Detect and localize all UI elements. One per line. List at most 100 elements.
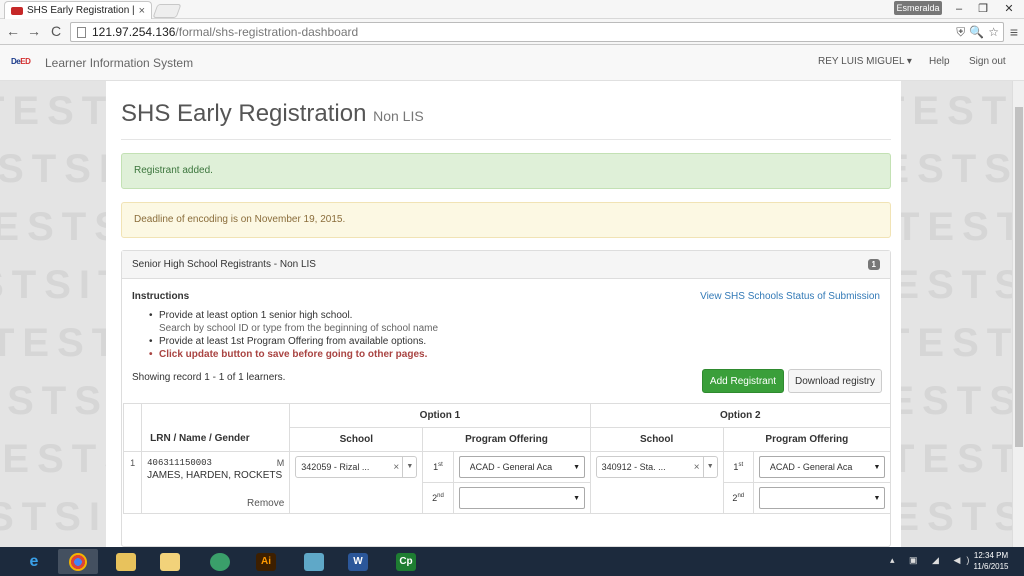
- watermark: TESTSITE: [890, 437, 1024, 481]
- registrants-panel: Senior High School Registrants - Non LIS…: [121, 250, 892, 547]
- file-explorer-icon: [160, 552, 180, 571]
- school2-header: School: [589, 427, 724, 452]
- brand-name[interactable]: Learner Information System: [45, 56, 193, 70]
- browser-tab[interactable]: SHS Early Registration | Le ×: [4, 1, 152, 19]
- program1-1st-value: ACAD - General Aca: [469, 462, 553, 472]
- program2-2nd-select[interactable]: ▼: [758, 487, 885, 509]
- tab-close-icon[interactable]: ×: [139, 5, 145, 17]
- browser-menu-icon[interactable]: ≡: [1006, 23, 1022, 41]
- learner-name: JAMES, HARDEN, ROCKETS: [147, 470, 283, 481]
- remove-link[interactable]: Remove: [247, 498, 284, 509]
- instructions-list: Provide at least option 1 senior high sc…: [149, 309, 438, 361]
- school1-cell: 342059 - Rizal ... × ▼: [289, 451, 424, 514]
- program2-2nd-cell: ▼: [752, 482, 892, 514]
- school2-value: 340912 - Sta. ...: [601, 462, 666, 472]
- chevron-down-icon[interactable]: ▼: [402, 457, 416, 477]
- help-link[interactable]: Help: [929, 56, 950, 67]
- school2-cell: 340912 - Sta. ... × ▼: [589, 451, 724, 514]
- program1-2nd-cell: ▼: [452, 482, 591, 514]
- instruction-warning: Click update button to save before going…: [149, 348, 438, 361]
- taskbar-clock[interactable]: 12:34 PM 11/6/2015: [966, 550, 1016, 572]
- illustrator-icon: Ai: [256, 552, 276, 571]
- bookmark-star-icon[interactable]: ☆: [988, 25, 999, 40]
- taskbar-atom[interactable]: [200, 549, 240, 574]
- taskbar-captivate[interactable]: Cp: [386, 549, 426, 574]
- instructions-title: Instructions: [132, 291, 190, 302]
- chevron-down-icon: ▼: [873, 494, 881, 502]
- taskbar-illustrator[interactable]: Ai: [246, 549, 286, 574]
- address-bar[interactable]: 121.97.254.136/formal/shs-registration-d…: [70, 22, 1004, 42]
- tab-title: SHS Early Registration | Le: [27, 5, 135, 16]
- chevron-down-icon[interactable]: ▼: [702, 457, 717, 477]
- program2-header: Program Offering: [722, 427, 892, 452]
- atom-icon: [210, 552, 230, 571]
- new-tab-button[interactable]: [152, 4, 182, 18]
- minimize-icon[interactable]: –: [946, 0, 972, 18]
- scrollbar-thumb[interactable]: [1015, 107, 1023, 447]
- rownum-header: [122, 403, 143, 452]
- page-subtitle: Non LIS: [373, 108, 424, 124]
- main-content: SHS Early Registration Non LIS Registran…: [106, 81, 901, 547]
- program2-1st-value: ACAD - General Aca: [769, 462, 853, 472]
- option2-header: Option 2: [589, 403, 892, 428]
- chevron-down-icon: ▼: [873, 463, 881, 471]
- browser-tab-strip: SHS Early Registration | Le × Esmeralda …: [0, 0, 1024, 19]
- table-header-row: LRN / Name / Gender Option 1 Option 2: [122, 403, 892, 452]
- registrants-table: LRN / Name / Gender Option 1 Option 2 Sc…: [122, 403, 892, 514]
- program1-header: Program Offering: [422, 427, 591, 452]
- panel-heading: Senior High School Registrants - Non LIS…: [122, 251, 890, 279]
- success-alert: Registrant added.: [121, 153, 891, 189]
- taskbar-word[interactable]: W: [338, 549, 378, 574]
- taskbar-folder[interactable]: [106, 549, 146, 574]
- watermark: TESTSITE: [885, 321, 1024, 365]
- panel-title: Senior High School Registrants - Non LIS: [132, 259, 316, 270]
- clear-icon[interactable]: ×: [691, 462, 703, 473]
- system-tray[interactable]: ▴ ▣ ◢ ◀): [890, 555, 975, 566]
- internet-explorer-icon[interactable]: e: [22, 551, 46, 573]
- back-icon[interactable]: ←: [4, 22, 22, 40]
- deped-logo[interactable]: DeED: [11, 57, 35, 68]
- add-registrant-button[interactable]: Add Registrant: [702, 369, 784, 393]
- word-icon: W: [348, 552, 368, 571]
- taskbar-explorer[interactable]: [150, 549, 190, 574]
- school2-select[interactable]: 340912 - Sta. ... × ▼: [595, 456, 718, 478]
- program1-1st-select[interactable]: ACAD - General Aca ▼: [458, 456, 585, 478]
- app-icon: [304, 552, 324, 571]
- program1-2nd-select[interactable]: ▼: [458, 487, 585, 509]
- signout-link[interactable]: Sign out: [969, 56, 1006, 67]
- zoom-icon[interactable]: 🔍: [969, 25, 984, 40]
- taskbar-chrome[interactable]: [58, 549, 98, 574]
- windows-taskbar: e Ai W Cp ▴ ▣ ◢ ◀) 12:34 PM 11/6/2015: [0, 547, 1024, 576]
- close-window-icon[interactable]: ✕: [994, 0, 1024, 18]
- taskbar-app[interactable]: [294, 549, 334, 574]
- download-registry-button[interactable]: Download registry: [788, 369, 882, 393]
- table-row: 1 406311150003 M JAMES, HARDEN, ROCKETS …: [122, 451, 892, 514]
- instruction-subtext: Search by school ID or type from the beg…: [159, 323, 439, 334]
- record-count: Showing record 1 - 1 of 1 learners.: [132, 372, 286, 383]
- maximize-icon[interactable]: ❐: [970, 0, 996, 18]
- school1-value: 342059 - Rizal ...: [301, 462, 370, 472]
- school1-select[interactable]: 342059 - Rizal ... × ▼: [295, 456, 418, 478]
- forward-icon[interactable]: →: [25, 22, 43, 40]
- page-scrollbar[interactable]: [1012, 81, 1024, 547]
- url-path: /formal/shs-registration-dashboard: [175, 25, 359, 39]
- learner-cell: 406311150003 M JAMES, HARDEN, ROCKETS Re…: [141, 451, 291, 514]
- page-icon: [77, 26, 86, 38]
- captivate-icon: Cp: [396, 552, 416, 571]
- profile-badge[interactable]: Esmeralda: [894, 1, 942, 15]
- shield-icon[interactable]: ⛨: [956, 25, 965, 40]
- view-schools-status-link[interactable]: View SHS Schools Status of Submission: [700, 291, 880, 302]
- ordinal-1st: 1st: [422, 451, 454, 483]
- reload-icon[interactable]: C: [47, 22, 65, 40]
- clock-time: 12:34 PM: [973, 551, 1009, 560]
- instruction-item: Provide at least option 1 senior high sc…: [149, 309, 438, 322]
- ordinal-2nd: 2nd: [722, 482, 754, 514]
- deadline-alert: Deadline of encoding is on November 19, …: [121, 202, 891, 238]
- program2-1st-select[interactable]: ACAD - General Aca ▼: [758, 456, 885, 478]
- ordinal-2nd: 2nd: [422, 482, 454, 514]
- clear-icon[interactable]: ×: [390, 462, 402, 473]
- user-menu[interactable]: REY LUIS MIGUEL ▾: [818, 56, 912, 67]
- divider: [121, 139, 891, 140]
- ordinal-1st: 1st: [722, 451, 754, 483]
- watermark: TESTSITE: [895, 205, 1024, 249]
